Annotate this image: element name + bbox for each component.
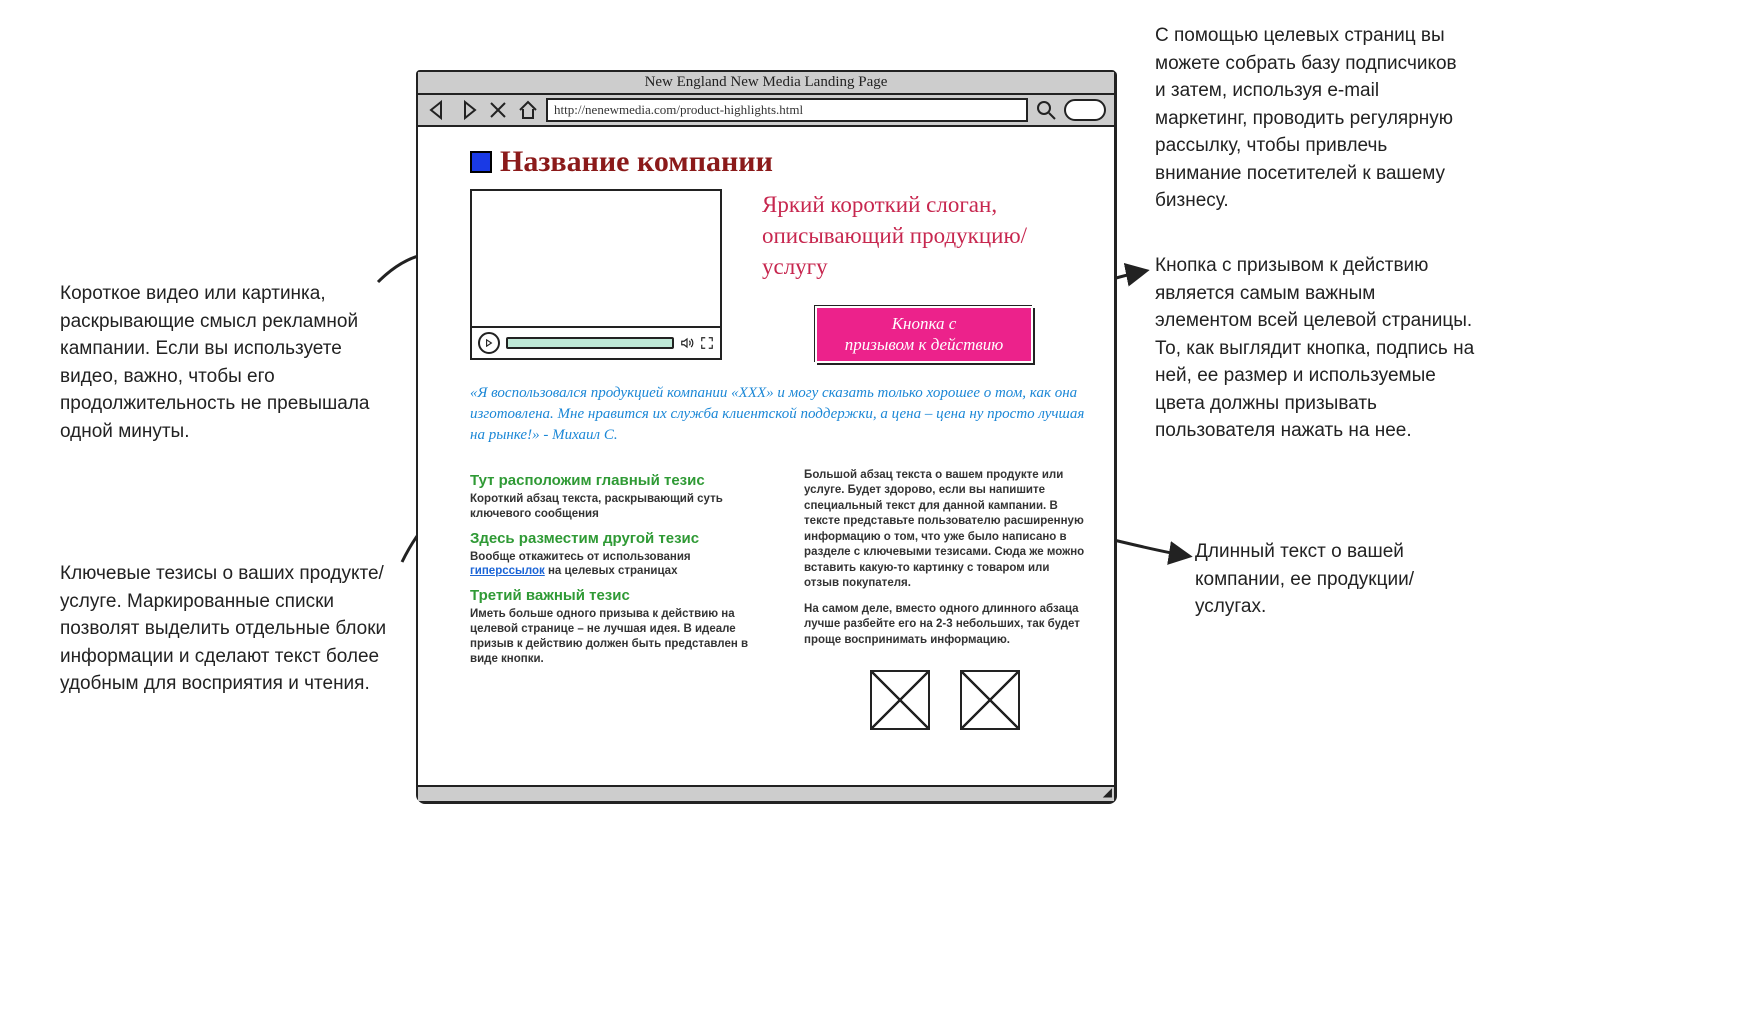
status-bar: ◢ [418,785,1114,801]
search-pill[interactable] [1064,99,1106,121]
long-text-p1: Большой абзац текста о вашем продукте ил… [804,468,1086,592]
back-icon[interactable] [426,98,450,122]
stop-icon[interactable] [486,98,510,122]
volume-icon[interactable] [680,336,694,350]
home-icon[interactable] [516,98,540,122]
resize-grip-icon[interactable]: ◢ [1103,785,1112,800]
search-icon[interactable] [1034,98,1058,122]
keypoint-title: Третий важный тезис [470,587,766,604]
page-body: Название компании Яркий короткий слоган,… [418,127,1114,785]
hyperlink[interactable]: гиперссылок [470,565,545,577]
annotation-cta: Кнопка с призывом к действию является са… [1155,252,1475,445]
video-player[interactable] [470,189,722,360]
progress-bar[interactable] [506,337,674,349]
keypoint-text: Иметь больше одного призыва к действию н… [470,607,766,667]
browser-toolbar: http://nenewmedia.com/product-highlights… [418,95,1114,127]
keypoints-column: Тут расположим главный тезис Короткий аб… [470,468,766,731]
cta-button[interactable]: Кнопка спризывом к действию [815,306,1034,363]
annotation-email: С помощью целевых страниц вы можете собр… [1155,22,1465,215]
fullscreen-icon[interactable] [700,336,714,350]
keypoint-title: Тут расположим главный тезис [470,472,766,489]
image-placeholder [960,670,1020,730]
longtext-column: Большой абзац текста о вашем продукте ил… [804,468,1086,731]
keypoint-text: Короткий абзац текста, раскрывающий суть… [470,492,766,522]
forward-icon[interactable] [456,98,480,122]
testimonial-quote: «Я воспользовался продукцией компании «X… [470,383,1086,446]
keypoint-text: Вообще откажитесь от использования гипер… [470,550,766,580]
long-text-p2: На самом деле, вместо одного длинного аб… [804,602,1086,649]
company-name: Название компании [500,145,773,179]
annotation-keypoints: Ключевые тезисы о ваших продукте/услуге.… [60,560,400,698]
annotation-video: Короткое видео или картинка, раскрывающи… [60,280,390,445]
keypoint-title: Здесь разместим другой тезис [470,530,766,547]
browser-window: New England New Media Landing Page http:… [416,70,1116,803]
image-placeholder [870,670,930,730]
slogan: Яркий короткий слоган, описывающий проду… [762,189,1086,282]
annotation-longtext: Длинный текст о вашей компании, ее проду… [1195,538,1455,621]
window-title: New England New Media Landing Page [418,72,1114,95]
play-icon[interactable] [478,332,500,354]
url-bar[interactable]: http://nenewmedia.com/product-highlights… [546,98,1028,122]
logo-icon [470,151,492,173]
video-screen [472,191,720,328]
